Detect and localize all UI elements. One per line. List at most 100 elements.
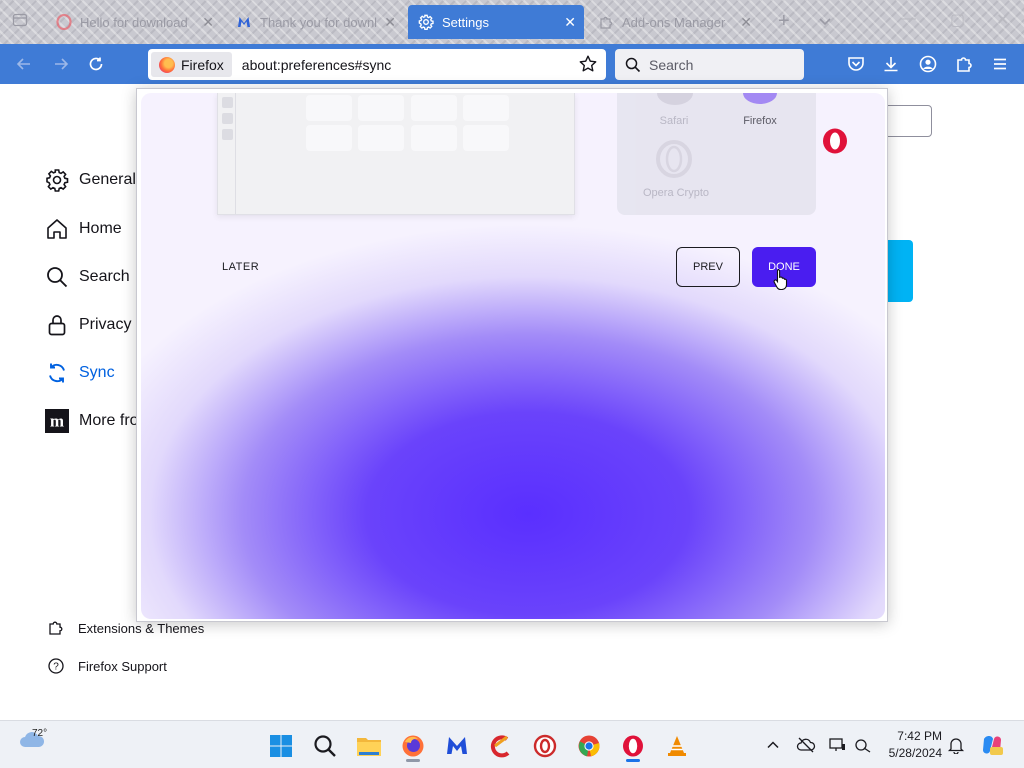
opera-gx-icon[interactable] (532, 733, 558, 759)
tab-title: Add-ons Manager (622, 14, 726, 30)
network-icon[interactable] (854, 736, 872, 754)
puzzle-icon (598, 14, 614, 30)
search-input[interactable]: Search (615, 49, 804, 80)
browser-label-firefox: Firefox (743, 115, 777, 127)
tab-title: Hello for download (80, 14, 188, 30)
firefox-taskbar-icon[interactable] (400, 733, 426, 759)
category-general[interactable]: General (45, 168, 136, 192)
weather-temperature: 72° (32, 728, 48, 739)
onedrive-offline-icon[interactable] (796, 736, 816, 754)
navigation-toolbar: Firefox about:preferences#sync Search (0, 44, 1024, 84)
clock-time: 7:42 PM (897, 729, 942, 743)
category-home[interactable]: Home (45, 217, 122, 241)
clock[interactable]: 7:42 PM 5/28/2024 (884, 728, 942, 762)
sync-icon (45, 361, 69, 385)
chevron-down-icon[interactable] (818, 12, 832, 33)
firefox-icon (743, 93, 777, 104)
footer-link-label: Firefox Support (78, 658, 167, 674)
browser-label-safari: Safari (659, 115, 689, 127)
category-label: General (79, 171, 136, 188)
later-button[interactable]: LATER (222, 261, 259, 273)
tab-title: Settings (442, 14, 489, 30)
category-label: Sync (79, 364, 115, 381)
pocket-icon[interactable] (846, 54, 866, 74)
malwarebytes-taskbar-icon[interactable] (444, 733, 470, 759)
preview-tile (463, 125, 509, 151)
url-text[interactable]: about:preferences#sync (242, 57, 391, 73)
tab-addons-manager[interactable]: Add-ons Manager ✕ (588, 5, 760, 39)
download-icon[interactable] (881, 54, 901, 74)
prev-button[interactable]: PREV (676, 247, 740, 287)
copilot-icon[interactable] (980, 733, 1004, 757)
preview-sidebar-item (222, 97, 233, 108)
forward-icon[interactable] (50, 53, 72, 75)
browser-preview-illustration (217, 93, 575, 215)
back-icon[interactable] (13, 53, 35, 75)
hand-cursor-icon (773, 268, 788, 290)
opera-logo-icon (823, 128, 847, 154)
search-icon (625, 57, 641, 72)
vlc-icon[interactable] (664, 733, 690, 759)
preview-tile (306, 95, 352, 121)
url-bar[interactable]: Firefox about:preferences#sync (148, 49, 606, 80)
tray-chevron-up-icon[interactable] (764, 736, 782, 754)
file-explorer-icon[interactable] (356, 733, 382, 759)
safari-icon (657, 93, 693, 105)
minimize-icon[interactable]: — (900, 10, 916, 28)
gear-icon (45, 168, 69, 192)
close-icon[interactable]: ✕ (202, 14, 214, 31)
tab-overview-icon[interactable] (12, 12, 28, 33)
maximize-icon[interactable]: ▢ (950, 10, 965, 30)
tab-malwarebytes[interactable]: Thank you for downl ✕ (226, 5, 404, 39)
window-close-icon[interactable]: ✕ (996, 10, 1009, 30)
category-privacy[interactable]: Privacy & (45, 313, 147, 337)
start-windows-icon[interactable] (268, 733, 294, 759)
preview-tile (411, 95, 457, 121)
menu-icon[interactable] (990, 54, 1010, 74)
opera-crypto-icon (656, 140, 692, 178)
ccleaner-icon[interactable] (488, 733, 514, 759)
running-indicator (626, 759, 640, 762)
clock-date: 5/28/2024 (888, 746, 942, 760)
help-icon: ? (47, 657, 65, 675)
tab-opera-download[interactable]: Hello for download ✕ (46, 5, 222, 39)
opera-import-dialog: Safari Firefox Opera Crypto LATER PREV D… (136, 88, 888, 622)
firefox-support-link[interactable]: ? Firefox Support (47, 657, 167, 675)
identity-box[interactable]: Firefox (151, 52, 232, 77)
preview-tile (411, 125, 457, 151)
lock-icon (45, 313, 69, 337)
category-more-from-mozilla[interactable]: m More fro (45, 409, 139, 433)
mozilla-icon: m (45, 409, 69, 433)
opera-icon (56, 13, 72, 31)
display-icon[interactable] (828, 736, 846, 754)
windows-taskbar: 72° 7:42 PM 5/28/2024 (0, 720, 1024, 768)
tab-settings[interactable]: Settings ✕ (408, 5, 584, 39)
preview-tile (358, 125, 404, 151)
preview-tile (358, 95, 404, 121)
chrome-icon[interactable] (576, 733, 602, 759)
close-icon[interactable]: ✕ (384, 14, 396, 31)
reload-icon[interactable] (85, 53, 107, 75)
tab-title: Thank you for downl (260, 14, 378, 30)
new-tab-icon[interactable]: + (778, 10, 790, 33)
preview-sidebar (218, 93, 236, 214)
browser-choice-card: Safari Firefox Opera Crypto (617, 93, 816, 215)
account-icon[interactable] (918, 54, 938, 74)
home-icon (45, 217, 69, 241)
category-sync[interactable]: Sync (45, 361, 115, 385)
taskbar-search-icon[interactable] (312, 733, 338, 759)
extensions-icon[interactable] (954, 54, 974, 74)
opera-taskbar-icon[interactable] (620, 733, 646, 759)
svg-text:?: ? (53, 662, 59, 673)
search-icon (45, 265, 69, 289)
preview-tile (306, 125, 352, 151)
running-indicator (406, 759, 420, 762)
footer-link-label: Extensions & Themes (78, 620, 205, 636)
preview-sidebar-item (222, 113, 233, 124)
bookmark-star-icon[interactable] (578, 54, 598, 77)
category-label: Search (79, 268, 130, 285)
category-search[interactable]: Search (45, 265, 130, 289)
close-icon[interactable]: ✕ (564, 14, 576, 31)
notification-bell-icon[interactable] (947, 736, 965, 755)
close-icon[interactable]: ✕ (740, 14, 752, 31)
